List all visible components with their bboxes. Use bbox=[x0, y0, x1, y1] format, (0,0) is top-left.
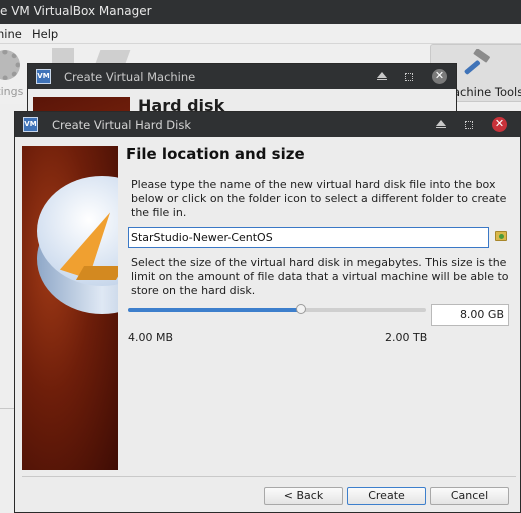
size-min-label: 4.00 MB bbox=[128, 331, 174, 344]
filename-input[interactable] bbox=[128, 227, 489, 248]
size-slider-fill bbox=[128, 308, 301, 312]
create-hard-disk-title: Create Virtual Hard Disk bbox=[52, 118, 191, 132]
hard-disk-image bbox=[22, 146, 118, 470]
cancel-button[interactable]: Cancel bbox=[430, 487, 509, 505]
manager-menubar: hine Help bbox=[0, 24, 521, 44]
machine-tools-label: achine Tools bbox=[453, 85, 521, 99]
manager-title: e VM VirtualBox Manager bbox=[0, 4, 152, 18]
shade-icon[interactable] bbox=[377, 72, 387, 80]
size-description: Select the size of the virtual hard disk… bbox=[131, 256, 509, 297]
virtualbox-icon: VM bbox=[23, 117, 38, 132]
location-description: Please type the name of the new virtual … bbox=[131, 178, 507, 219]
disk-wedge-shadow bbox=[75, 266, 118, 280]
create-button[interactable]: Create bbox=[347, 487, 426, 505]
folder-icon[interactable] bbox=[495, 231, 507, 241]
settings-icon[interactable] bbox=[0, 50, 20, 80]
size-slider-handle[interactable] bbox=[295, 304, 306, 314]
size-input[interactable]: 8.00 GB bbox=[431, 304, 509, 326]
create-vm-title: Create Virtual Machine bbox=[64, 70, 196, 84]
virtualbox-icon: VM bbox=[36, 69, 51, 84]
create-vm-titlebar[interactable]: VM Create Virtual Machine ✕ bbox=[28, 64, 456, 89]
create-hard-disk-titlebar[interactable]: VM Create Virtual Hard Disk ✕ bbox=[15, 112, 520, 137]
machine-tools-icon bbox=[464, 49, 490, 75]
size-slider[interactable] bbox=[128, 304, 426, 314]
shade-icon[interactable] bbox=[436, 120, 446, 128]
menu-help[interactable]: Help bbox=[32, 27, 58, 41]
maximize-icon[interactable] bbox=[465, 121, 473, 129]
menu-machine[interactable]: hine bbox=[0, 27, 22, 41]
page-title: File location and size bbox=[126, 145, 305, 163]
maximize-icon[interactable] bbox=[405, 73, 413, 81]
close-icon[interactable]: ✕ bbox=[432, 69, 447, 84]
back-button[interactable]: < Back bbox=[264, 487, 343, 505]
create-hard-disk-dialog: VM Create Virtual Hard Disk ✕ File locat… bbox=[14, 111, 521, 513]
size-max-label: 2.00 TB bbox=[385, 331, 428, 344]
button-separator bbox=[22, 476, 516, 477]
close-icon[interactable]: ✕ bbox=[492, 117, 507, 132]
settings-label: ttings bbox=[0, 85, 24, 98]
manager-titlebar: e VM VirtualBox Manager bbox=[0, 0, 521, 24]
